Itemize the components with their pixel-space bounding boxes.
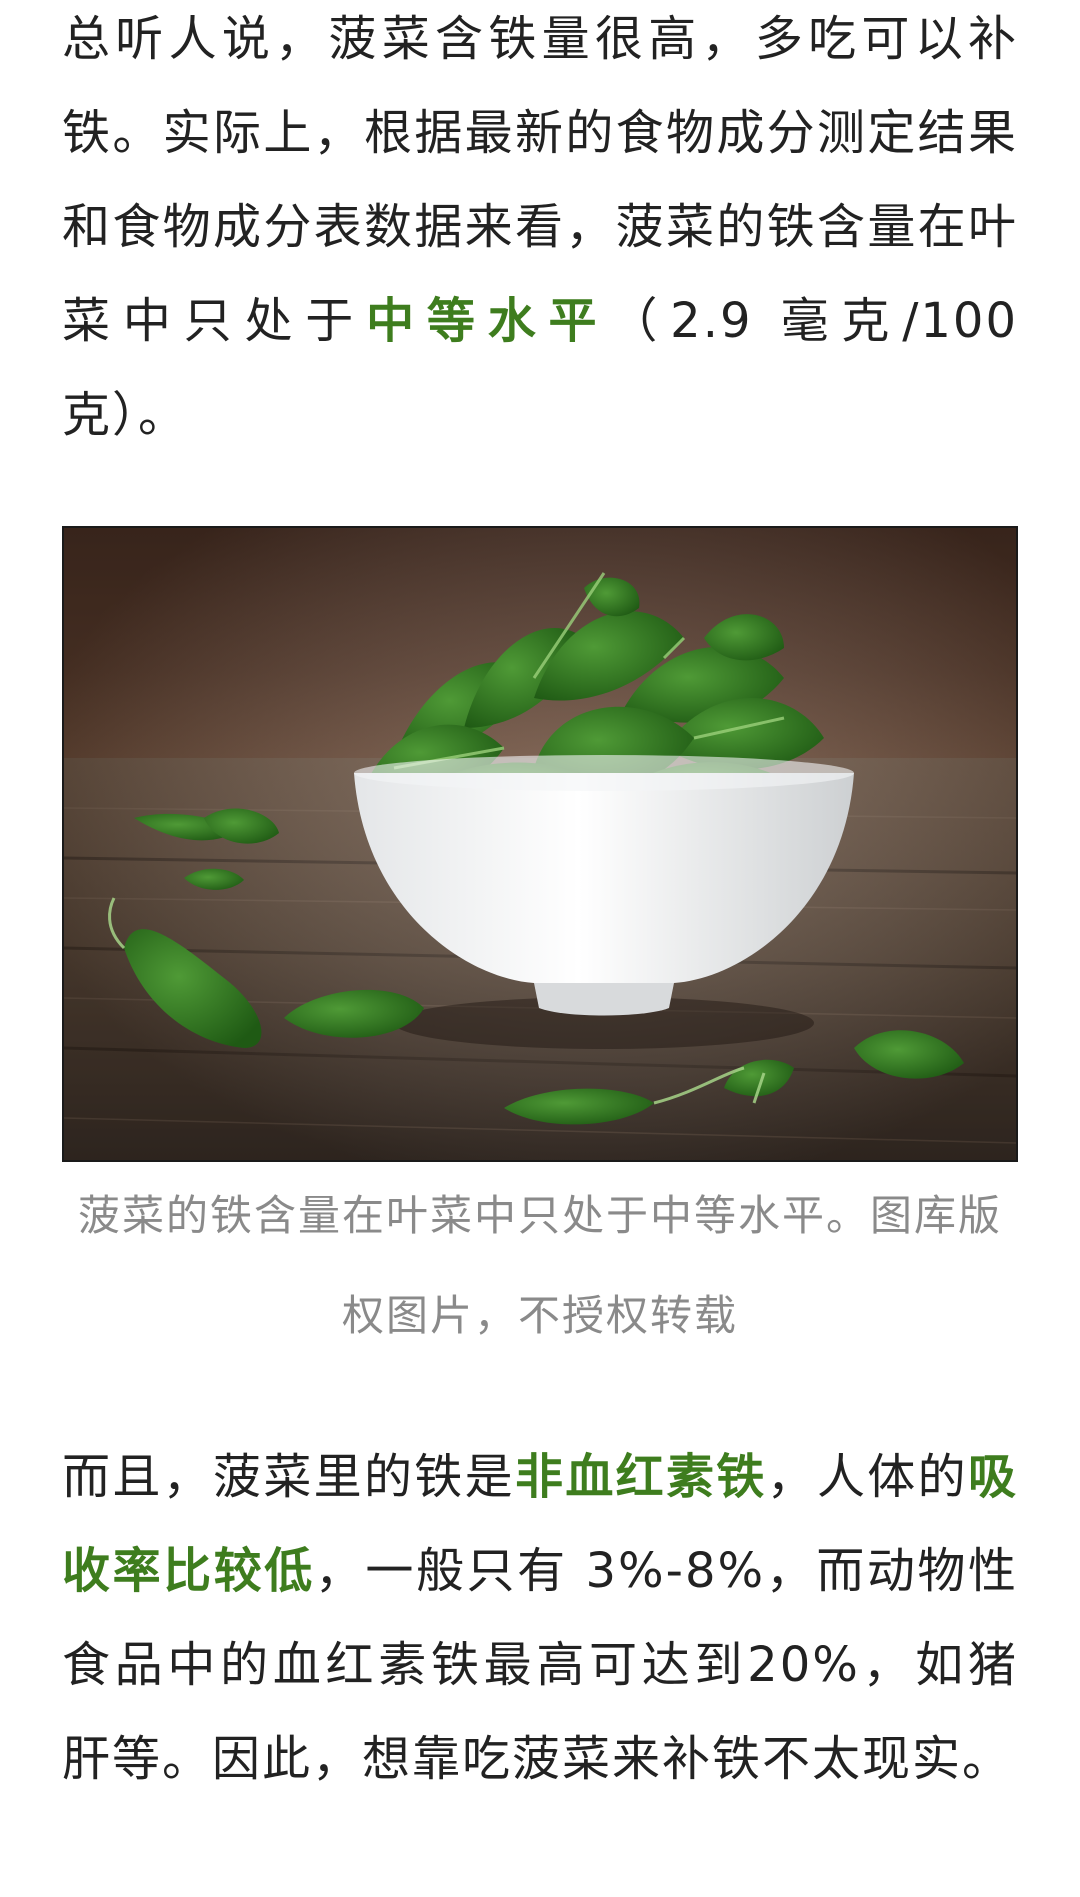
image-caption: 菠菜的铁含量在叶菜中只处于中等水平。图库版权图片，不授权转载 <box>77 1191 1002 1340</box>
article-body: 总听人说，菠菜含铁量很高，多吃可以补铁。实际上，根据最新的食物成分测定结果和食物… <box>62 0 1018 1806</box>
paragraph-absorption: 而且，菠菜里的铁是非血红素铁，人体的吸收率比较低，一般只有 3%-8%，而动物性… <box>62 1430 1018 1806</box>
paragraph-intro: 总听人说，菠菜含铁量很高，多吃可以补铁。实际上，根据最新的食物成分测定结果和食物… <box>62 0 1018 462</box>
highlight-non-heme-iron: 非血红素铁 <box>514 1449 767 1505</box>
highlight-medium-level: 中等水平 <box>366 293 610 349</box>
paragraph-text: ，人体的 <box>766 1449 968 1505</box>
paragraph-text: 而且，菠菜里的铁是 <box>62 1449 515 1505</box>
spinach-photo <box>62 526 1018 1162</box>
